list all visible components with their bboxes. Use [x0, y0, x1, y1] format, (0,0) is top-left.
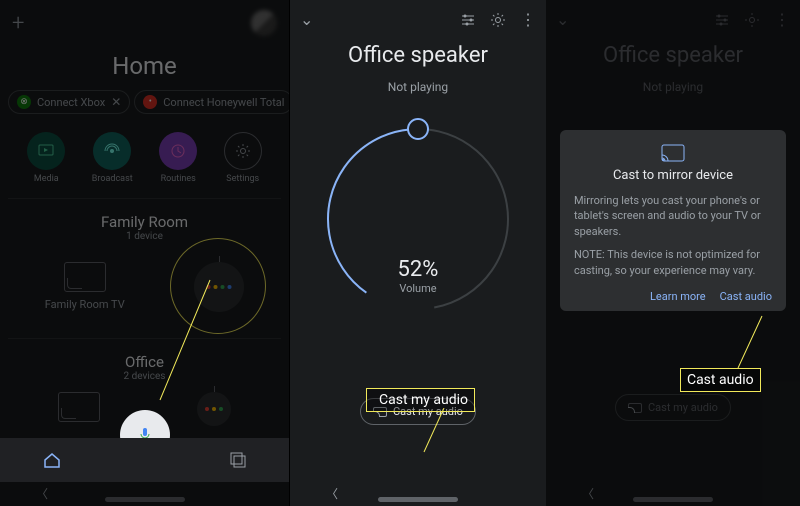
dialog-note: NOTE: This device is not optimized for c…	[574, 247, 772, 278]
cast-audio-callout: Cast audio	[680, 368, 761, 392]
feed-tab-icon[interactable]	[229, 451, 247, 469]
dialog-body: Mirroring lets you cast your phone's or …	[574, 193, 772, 239]
volume-percent: 52%	[398, 257, 439, 282]
cast-callout: Cast my audio	[366, 388, 475, 412]
volume-readout: 52% Volume	[398, 257, 439, 295]
home-pane: + Home ⊗ Connect Xbox ✕ • Connect Honeyw…	[0, 0, 290, 506]
speaker-header: ⌄ ⋮	[290, 0, 546, 39]
dialog-pane: ⌄ ⋮ Office speaker Not playing 52% Volum…	[546, 0, 800, 506]
playback-status: Not playing	[290, 80, 546, 94]
volume-label: Volume	[398, 282, 439, 295]
cast-icon	[574, 144, 772, 162]
volume-dial[interactable]: 52% Volume	[313, 114, 523, 324]
back-icon[interactable]: 〈	[326, 485, 338, 502]
dialog-actions: Learn more Cast audio	[574, 290, 772, 303]
home-tab-icon[interactable]	[42, 450, 62, 470]
nav-pill[interactable]	[378, 497, 458, 502]
dialog-title: Cast to mirror device	[574, 168, 772, 183]
callout-label: Cast my audio	[379, 392, 468, 408]
device-title: Office speaker	[290, 43, 546, 68]
learn-more-button[interactable]: Learn more	[650, 290, 706, 303]
cast-audio-button[interactable]: Cast audio	[720, 290, 772, 303]
bottom-nav	[0, 438, 289, 482]
callout-label: Cast audio	[687, 372, 754, 388]
gear-icon[interactable]	[490, 12, 506, 28]
equalizer-icon[interactable]	[460, 13, 476, 27]
collapse-icon[interactable]: ⌄	[300, 10, 313, 29]
cast-mirror-dialog: Cast to mirror device Mirroring lets you…	[560, 130, 786, 311]
speaker-pane: ⌄ ⋮ Office speaker Not playing 52% Volum…	[290, 0, 546, 506]
more-icon[interactable]: ⋮	[520, 10, 536, 29]
